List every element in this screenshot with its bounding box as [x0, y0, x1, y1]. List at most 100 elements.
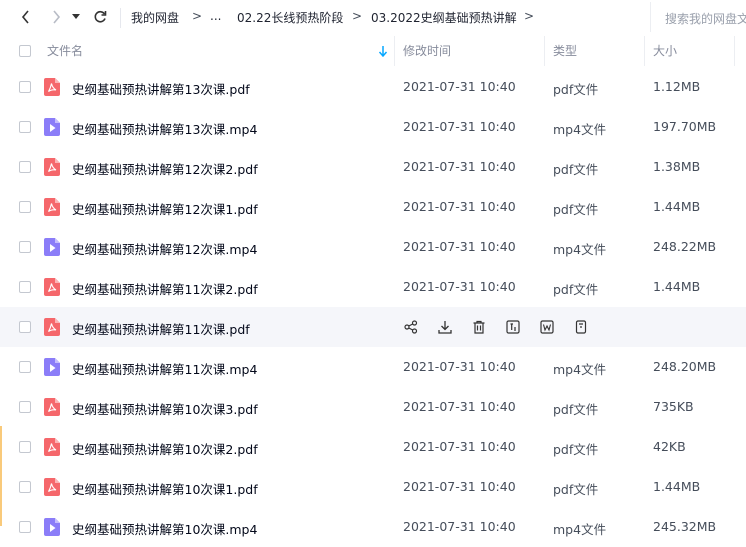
row-checkbox[interactable]: [19, 121, 31, 133]
share-icon[interactable]: [403, 318, 419, 336]
back-icon: [21, 10, 29, 24]
file-size: 248.20MB: [653, 359, 717, 374]
breadcrumb-ellipsis[interactable]: ...: [210, 9, 221, 23]
word-convert-icon[interactable]: [539, 318, 555, 336]
file-type: pdf文件: [553, 202, 599, 217]
column-size[interactable]: 大小: [653, 36, 677, 66]
file-row[interactable]: 史纲基础预热讲解第10次课3.pdf 2021-07-31 10:40 pdf文件 7…: [0, 387, 746, 427]
file-modified-time: 2021-07-31 10:40: [403, 79, 516, 94]
column-type[interactable]: 类型: [553, 36, 577, 66]
column-divider[interactable]: [544, 36, 545, 66]
text-convert-icon[interactable]: [505, 318, 521, 336]
file-name[interactable]: 史纲基础预热讲解第10次课1.pdf: [72, 479, 258, 498]
video-icon: [44, 238, 60, 256]
back-button[interactable]: [15, 6, 37, 28]
file-size: 42KB: [653, 439, 686, 454]
file-row[interactable]: 史纲基础预热讲解第11次课.mp4 2021-07-31 10:40 mp4文件 24…: [0, 347, 746, 387]
file-size: 735KB: [653, 399, 694, 414]
file-row[interactable]: 史纲基础预热讲解第11次课.pdf: [0, 307, 746, 347]
column-divider[interactable]: [644, 36, 645, 66]
file-list-header: 文件名 修改时间 类型 大小: [0, 36, 746, 66]
pdf-icon: [44, 158, 60, 176]
pdf-icon: [44, 398, 60, 416]
file-row[interactable]: 史纲基础预热讲解第13次课.pdf 2021-07-31 10:40 pdf文件 1.…: [0, 67, 746, 107]
file-name[interactable]: 史纲基础预热讲解第13次课.pdf: [72, 79, 250, 98]
pdf-icon: [44, 198, 60, 216]
file-modified-time: 2021-07-31 10:40: [403, 239, 516, 254]
file-size: 197.70MB: [653, 119, 717, 134]
file-row[interactable]: 史纲基础预热讲解第10次课.mp4 2021-07-31 10:40 mp4文件 24…: [0, 507, 746, 547]
file-name[interactable]: 史纲基础预热讲解第12次课1.pdf: [72, 199, 258, 218]
search-box[interactable]: 搜索我的网盘文件: [650, 2, 746, 32]
column-name[interactable]: 文件名: [47, 36, 83, 66]
select-all-checkbox[interactable]: [19, 45, 31, 57]
file-name[interactable]: 史纲基础预热讲解第11次课2.pdf: [72, 279, 258, 298]
column-divider[interactable]: [394, 36, 395, 66]
row-checkbox[interactable]: [19, 481, 31, 493]
file-size: 1.44MB: [653, 279, 701, 294]
file-name[interactable]: 史纲基础预热讲解第10次课2.pdf: [72, 439, 258, 458]
row-checkbox[interactable]: [19, 321, 31, 333]
file-size: 248.22MB: [653, 239, 717, 254]
file-name[interactable]: 史纲基础预热讲解第12次课2.pdf: [72, 159, 258, 178]
column-divider[interactable]: [734, 36, 735, 66]
breadcrumb-folder-1[interactable]: 02.22长线预热阶段: [237, 9, 343, 26]
row-checkbox[interactable]: [19, 281, 31, 293]
pdf-icon: [44, 318, 60, 336]
file-row[interactable]: 史纲基础预热讲解第12次课2.pdf 2021-07-31 10:40 pdf文件 1…: [0, 147, 746, 187]
video-icon: [44, 358, 60, 376]
search-placeholder[interactable]: 搜索我的网盘文件: [665, 10, 746, 27]
file-row[interactable]: 史纲基础预热讲解第10次课2.pdf 2021-07-31 10:40 pdf文件 4…: [0, 427, 746, 467]
file-modified-time: 2021-07-31 10:40: [403, 279, 516, 294]
file-type: pdf文件: [553, 82, 599, 97]
file-type: pdf文件: [553, 482, 599, 497]
file-row[interactable]: 史纲基础预热讲解第12次课.mp4 2021-07-31 10:40 mp4文件 24…: [0, 227, 746, 267]
file-name[interactable]: 史纲基础预热讲解第11次课.pdf: [72, 319, 250, 338]
pdf-icon: [44, 438, 60, 456]
download-icon[interactable]: [437, 318, 453, 336]
file-name[interactable]: 史纲基础预热讲解第10次课3.pdf: [72, 399, 258, 418]
row-checkbox[interactable]: [19, 161, 31, 173]
file-size: 245.32MB: [653, 519, 717, 534]
row-checkbox[interactable]: [19, 81, 31, 93]
row-checkbox[interactable]: [19, 241, 31, 253]
video-icon: [44, 518, 60, 536]
refresh-icon: [94, 10, 107, 23]
file-row[interactable]: 史纲基础预热讲解第11次课2.pdf 2021-07-31 10:40 pdf文件 1…: [0, 267, 746, 307]
breadcrumb-separator: >: [524, 9, 535, 23]
file-name[interactable]: 史纲基础预热讲解第12次课.mp4: [72, 239, 257, 258]
pdf-icon: [44, 478, 60, 496]
file-modified-time: 2021-07-31 10:40: [403, 199, 516, 214]
file-row[interactable]: 史纲基础预热讲解第13次课.mp4 2021-07-31 10:40 mp4文件 19…: [0, 107, 746, 147]
file-type: pdf文件: [553, 402, 599, 417]
row-checkbox[interactable]: [19, 521, 31, 533]
history-dropdown-button[interactable]: [69, 6, 83, 28]
file-modified-time: 2021-07-31 10:40: [403, 519, 516, 534]
more-icon[interactable]: [573, 318, 589, 336]
file-name[interactable]: 史纲基础预热讲解第10次课.mp4: [72, 519, 257, 538]
row-checkbox[interactable]: [19, 401, 31, 413]
file-name[interactable]: 史纲基础预热讲解第13次课.mp4: [72, 119, 257, 138]
file-size: 1.38MB: [653, 159, 701, 174]
breadcrumb-root[interactable]: 我的网盘: [131, 9, 179, 26]
delete-icon[interactable]: [471, 318, 487, 336]
forward-button[interactable]: [45, 6, 67, 28]
file-row[interactable]: 史纲基础预热讲解第10次课1.pdf 2021-07-31 10:40 pdf文件 1…: [0, 467, 746, 507]
file-type: pdf文件: [553, 282, 599, 297]
refresh-button[interactable]: [89, 6, 111, 28]
breadcrumb-separator: >: [352, 9, 363, 23]
row-checkbox[interactable]: [19, 441, 31, 453]
file-name[interactable]: 史纲基础预热讲解第11次课.mp4: [72, 359, 257, 378]
forward-icon: [53, 10, 61, 24]
file-type: pdf文件: [553, 442, 599, 457]
file-modified-time: 2021-07-31 10:40: [403, 399, 516, 414]
nav-divider: [120, 8, 121, 28]
sort-arrow-icon[interactable]: [378, 46, 388, 57]
column-modified[interactable]: 修改时间: [403, 36, 451, 66]
row-checkbox[interactable]: [19, 201, 31, 213]
file-size: 1.44MB: [653, 199, 701, 214]
row-checkbox[interactable]: [19, 361, 31, 373]
file-row[interactable]: 史纲基础预热讲解第12次课1.pdf 2021-07-31 10:40 pdf文件 1…: [0, 187, 746, 227]
file-type: mp4文件: [553, 362, 607, 377]
file-size: 1.44MB: [653, 479, 701, 494]
